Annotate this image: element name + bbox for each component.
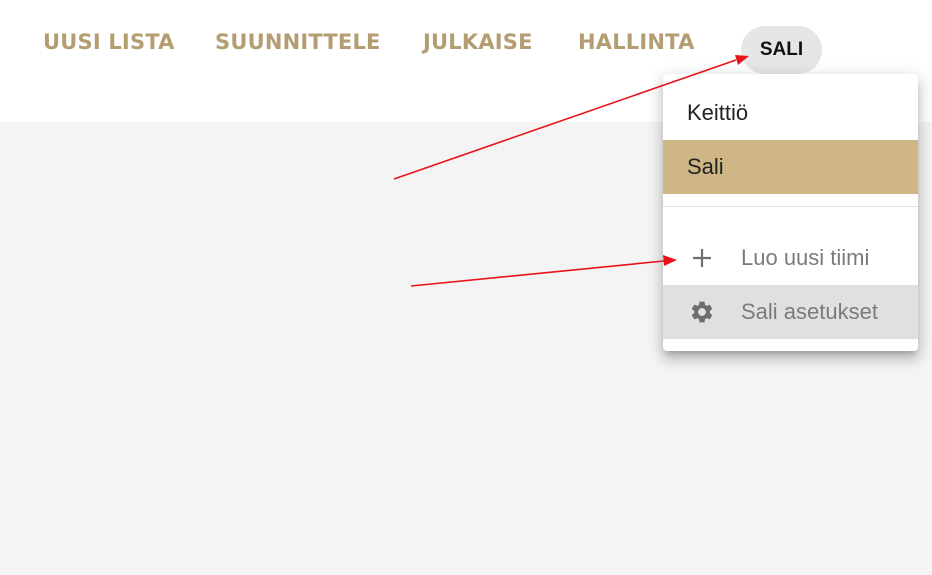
menu-item-label: Sali asetukset	[741, 299, 878, 324]
annotation-arrow-to-create-team	[410, 255, 677, 287]
menu-item-label: Sali	[687, 154, 724, 179]
plus-icon	[689, 245, 715, 271]
team-dropdown-menu: Keittiö Sali Luo uusi tiimi Sali asetuks…	[663, 74, 918, 351]
menu-item-label: Keittiö	[687, 100, 749, 125]
create-new-team-item[interactable]: Luo uusi tiimi	[663, 231, 918, 285]
gear-icon	[689, 299, 715, 325]
nav-item-uusi-lista[interactable]: UUSI LISTA	[43, 30, 175, 54]
team-settings-item[interactable]: Sali asetukset	[663, 285, 918, 339]
menu-item-team-keittio[interactable]: Keittiö	[663, 86, 918, 140]
nav-item-hallinta[interactable]: HALLINTA	[578, 30, 695, 54]
nav-item-suunnittele[interactable]: SUUNNITTELE	[215, 30, 381, 54]
menu-item-label: Luo uusi tiimi	[741, 245, 870, 270]
team-selector-button[interactable]: SALI	[741, 26, 822, 74]
nav-item-julkaise[interactable]: JULKAISE	[423, 30, 533, 54]
menu-divider	[663, 206, 918, 207]
menu-item-team-sali[interactable]: Sali	[663, 140, 918, 194]
